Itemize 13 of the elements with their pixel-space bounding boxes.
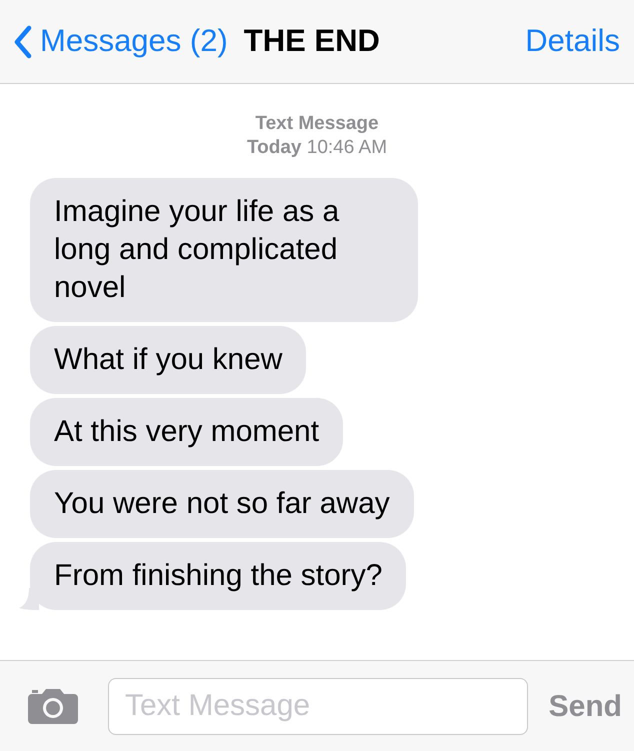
- message-bubble: At this very moment: [30, 398, 344, 466]
- message-bubble: From finishing the story?: [30, 542, 406, 610]
- message-type-label: Text Message: [254, 112, 380, 136]
- message-input-field[interactable]: Text Message: [108, 678, 528, 734]
- message-bubble: You were not so far away: [30, 470, 414, 538]
- send-button[interactable]: Send: [548, 684, 622, 728]
- details-link[interactable]: Details: [525, 18, 620, 65]
- timestamp: Today 10:46 AM: [246, 136, 388, 160]
- conversation-title: THE END: [244, 22, 380, 60]
- message-bubble: What if you knew: [30, 326, 306, 394]
- message-bubble: Imagine your life as a long and complicated novel: [30, 178, 418, 322]
- camera-icon[interactable]: [28, 688, 78, 724]
- back-chevron-icon: [14, 24, 32, 58]
